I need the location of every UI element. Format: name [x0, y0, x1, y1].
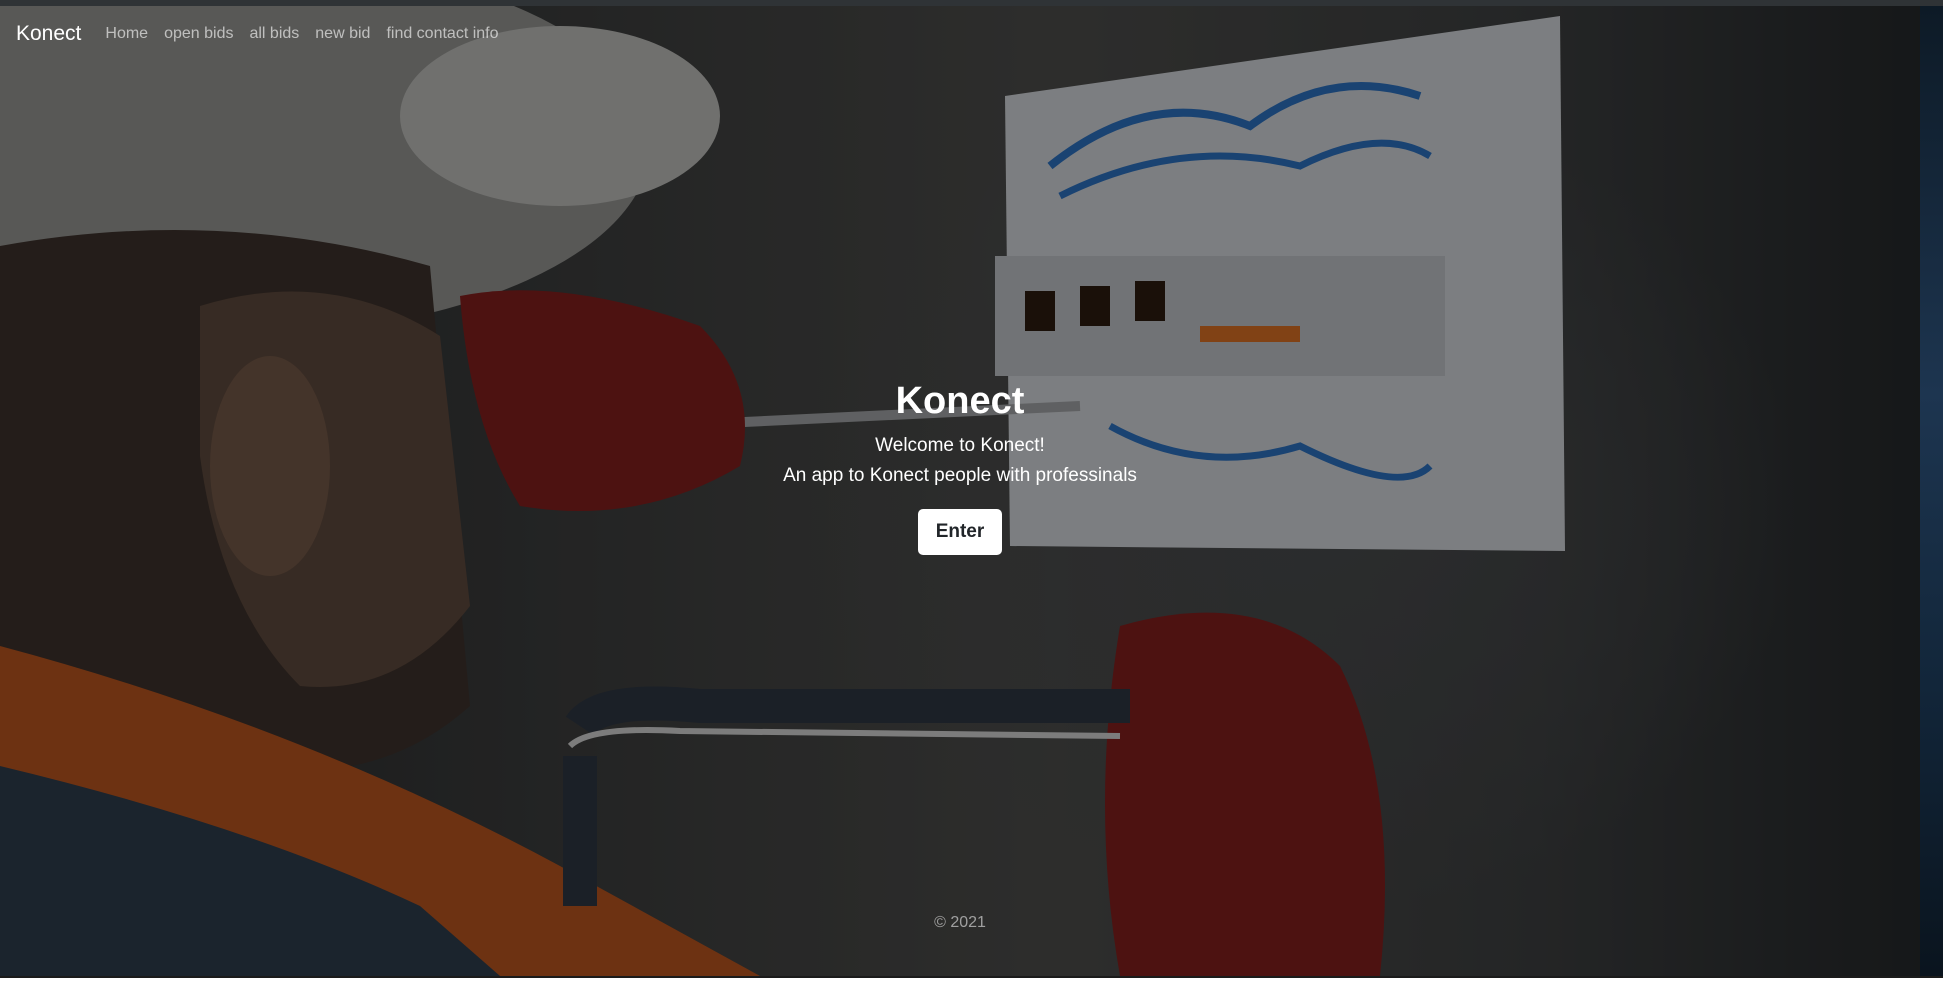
nav-link-find-contact-info[interactable]: find contact info [386, 25, 498, 43]
footer-copyright: © 2021 [934, 914, 986, 931]
hero-welcome: Welcome to Konect! [875, 435, 1045, 456]
nav-link-all-bids[interactable]: all bids [249, 25, 299, 43]
nav-link-open-bids[interactable]: open bids [164, 25, 233, 43]
hero-content: Konect Welcome to Konect! An app to Kone… [0, 380, 1920, 555]
nav-link-new-bid[interactable]: new bid [315, 25, 370, 43]
enter-button[interactable]: Enter [917, 509, 1003, 555]
hero-tagline: An app to Konect people with professinal… [783, 465, 1137, 486]
hero-title: Konect [895, 380, 1025, 422]
brand-link[interactable]: Konect [16, 22, 81, 46]
window-bottom-strip [0, 976, 1943, 983]
navbar: Konect Home open bids all bids new bid f… [0, 6, 1920, 62]
nav-link-home[interactable]: Home [105, 25, 148, 43]
right-edge-strip [1920, 6, 1943, 976]
